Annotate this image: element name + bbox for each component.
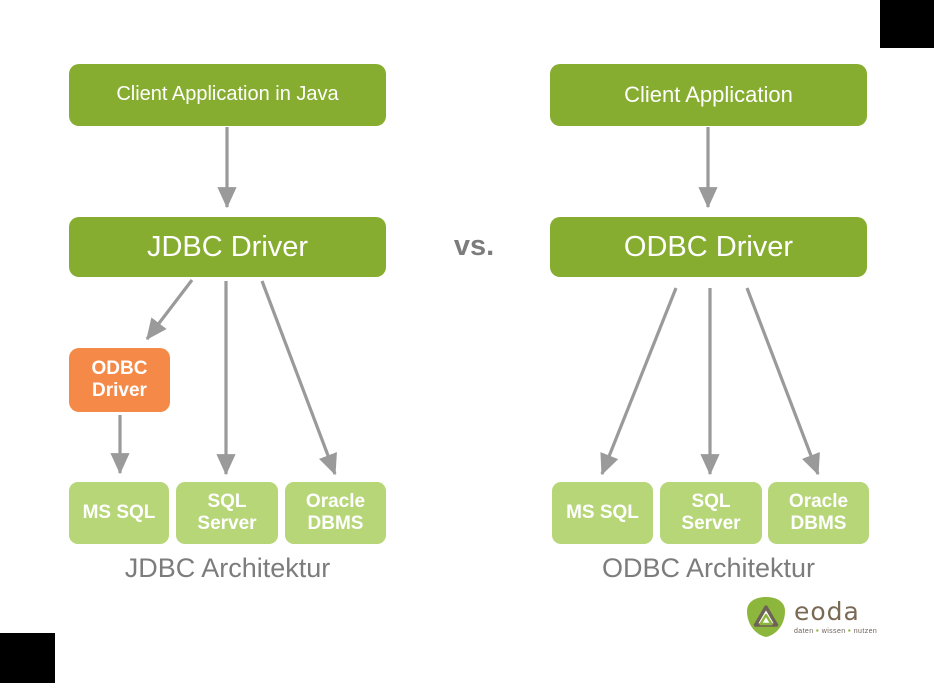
node-odbc-db-sql-server[interactable]: SQL Server	[660, 482, 762, 544]
node-jdbc-db-oracle-dbms[interactable]: Oracle DBMS	[285, 482, 386, 544]
node-odbc-client-application[interactable]: Client Application	[550, 64, 867, 126]
eoda-wordmark: eoda daten ▪ wissen ▪ nutzen	[794, 599, 877, 635]
node-jdbc-client-application[interactable]: Client Application in Java	[69, 64, 386, 126]
node-odbc-driver[interactable]: ODBC Driver	[550, 217, 867, 277]
decorative-block-bottom-left	[0, 633, 55, 683]
eoda-logo: eoda daten ▪ wissen ▪ nutzen	[744, 594, 877, 640]
node-jdbc-bridge-odbc-driver[interactable]: ODBC Driver	[69, 348, 170, 412]
slide-canvas: Client Application in Java JDBC Driver O…	[0, 0, 934, 683]
tagline-part-3: nutzen	[853, 628, 878, 635]
decorative-block-top-right	[880, 0, 934, 48]
node-odbc-db-ms-sql[interactable]: MS SQL	[552, 482, 653, 544]
eoda-tagline: daten ▪ wissen ▪ nutzen	[794, 627, 878, 636]
caption-jdbc-architektur: JDBC Architektur	[124, 553, 331, 583]
node-odbc-db-oracle-dbms[interactable]: Oracle DBMS	[768, 482, 869, 544]
node-jdbc-db-sql-server[interactable]: SQL Server	[176, 482, 278, 544]
node-jdbc-db-ms-sql[interactable]: MS SQL	[69, 482, 169, 544]
vs-separator-label: vs.	[453, 230, 495, 262]
eoda-word: eoda	[794, 597, 860, 626]
tagline-part-1: daten	[794, 628, 814, 635]
tagline-part-2: wissen	[821, 628, 846, 635]
eoda-shield-icon	[747, 597, 785, 637]
caption-odbc-architektur: ODBC Architektur	[601, 553, 816, 583]
node-jdbc-driver[interactable]: JDBC Driver	[69, 217, 386, 277]
